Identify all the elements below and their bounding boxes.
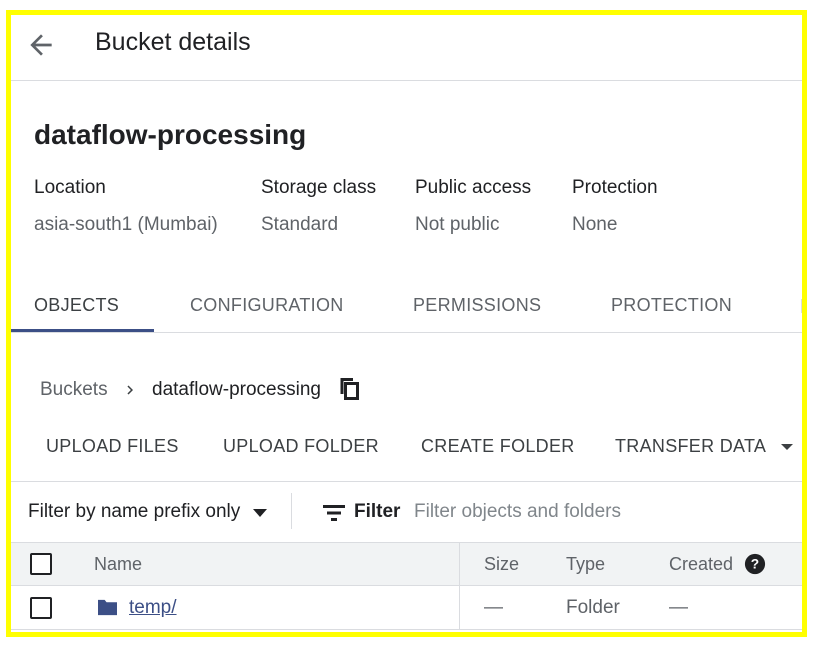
upload-folder-button[interactable]: UPLOAD FOLDER	[223, 436, 379, 457]
page-title: Bucket details	[95, 28, 251, 56]
active-tab-indicator	[11, 329, 154, 332]
meta-label: Storage class	[261, 177, 377, 198]
upload-files-button[interactable]: UPLOAD FILES	[46, 436, 179, 457]
table-header: Name Size Type Created ?	[11, 542, 802, 586]
filter-icon	[323, 505, 345, 521]
column-divider	[459, 586, 460, 629]
object-name-link[interactable]: temp/	[129, 597, 177, 619]
arrow-back-icon	[30, 34, 52, 56]
filter-button[interactable]: Filter	[354, 501, 400, 523]
column-header-type[interactable]: Type	[566, 554, 605, 575]
meta-label: Location	[34, 177, 106, 198]
filter-mode-dropdown[interactable]: Filter by name prefix only	[28, 501, 240, 523]
meta-value: Not public	[415, 214, 500, 235]
tab-scroll-edge	[801, 299, 802, 313]
top-bar: Bucket details	[11, 15, 802, 81]
meta-label: Protection	[572, 177, 658, 198]
column-header-created[interactable]: Created	[669, 554, 733, 575]
meta-value: asia-south1 (Mumbai)	[34, 214, 218, 235]
column-header-name[interactable]: Name	[94, 554, 142, 575]
row-checkbox[interactable]	[30, 597, 52, 619]
tab-protection[interactable]: PROTECTION	[611, 295, 732, 316]
create-folder-button[interactable]: CREATE FOLDER	[421, 436, 575, 457]
divider	[11, 481, 802, 482]
breadcrumb-current: dataflow-processing	[152, 379, 321, 400]
help-icon[interactable]: ?	[744, 553, 766, 575]
meta-value: Standard	[261, 214, 339, 235]
chevron-right-icon	[127, 385, 133, 395]
column-divider	[459, 543, 460, 585]
cell-created: —	[669, 597, 688, 618]
select-all-checkbox[interactable]	[30, 553, 52, 575]
transfer-data-button[interactable]: TRANSFER DATA	[615, 436, 766, 457]
meta-storage-class: Storage class Standard	[261, 177, 376, 236]
meta-protection: Protection None	[572, 177, 658, 236]
meta-public-access: Public access Not public	[415, 177, 531, 236]
bucket-name: dataflow-processing	[34, 119, 307, 150]
table-row: temp/ — Folder —	[11, 586, 802, 630]
bucket-details-panel: Bucket details dataflow-processing Locat…	[6, 10, 807, 637]
copy-icon[interactable]	[338, 376, 362, 402]
caret-down-icon[interactable]	[252, 508, 268, 518]
tab-permissions[interactable]: PERMISSIONS	[413, 295, 541, 316]
breadcrumb-buckets-link[interactable]: Buckets	[40, 379, 108, 401]
column-header-size[interactable]: Size	[484, 554, 519, 575]
caret-down-icon[interactable]	[780, 442, 794, 452]
meta-location: Location asia-south1 (Mumbai)	[34, 177, 218, 236]
tab-objects[interactable]: OBJECTS	[34, 295, 119, 316]
filter-input[interactable]	[414, 496, 794, 528]
cell-type: Folder	[566, 597, 620, 618]
svg-text:?: ?	[751, 557, 759, 572]
tab-configuration[interactable]: CONFIGURATION	[190, 295, 344, 316]
divider	[291, 493, 292, 529]
cell-size: —	[484, 597, 503, 618]
folder-icon	[98, 599, 117, 616]
back-button[interactable]	[25, 29, 57, 61]
tab-bar: OBJECTS CONFIGURATION PERMISSIONS PROTEC…	[11, 283, 802, 333]
meta-label: Public access	[415, 177, 532, 198]
meta-value: None	[572, 214, 618, 235]
